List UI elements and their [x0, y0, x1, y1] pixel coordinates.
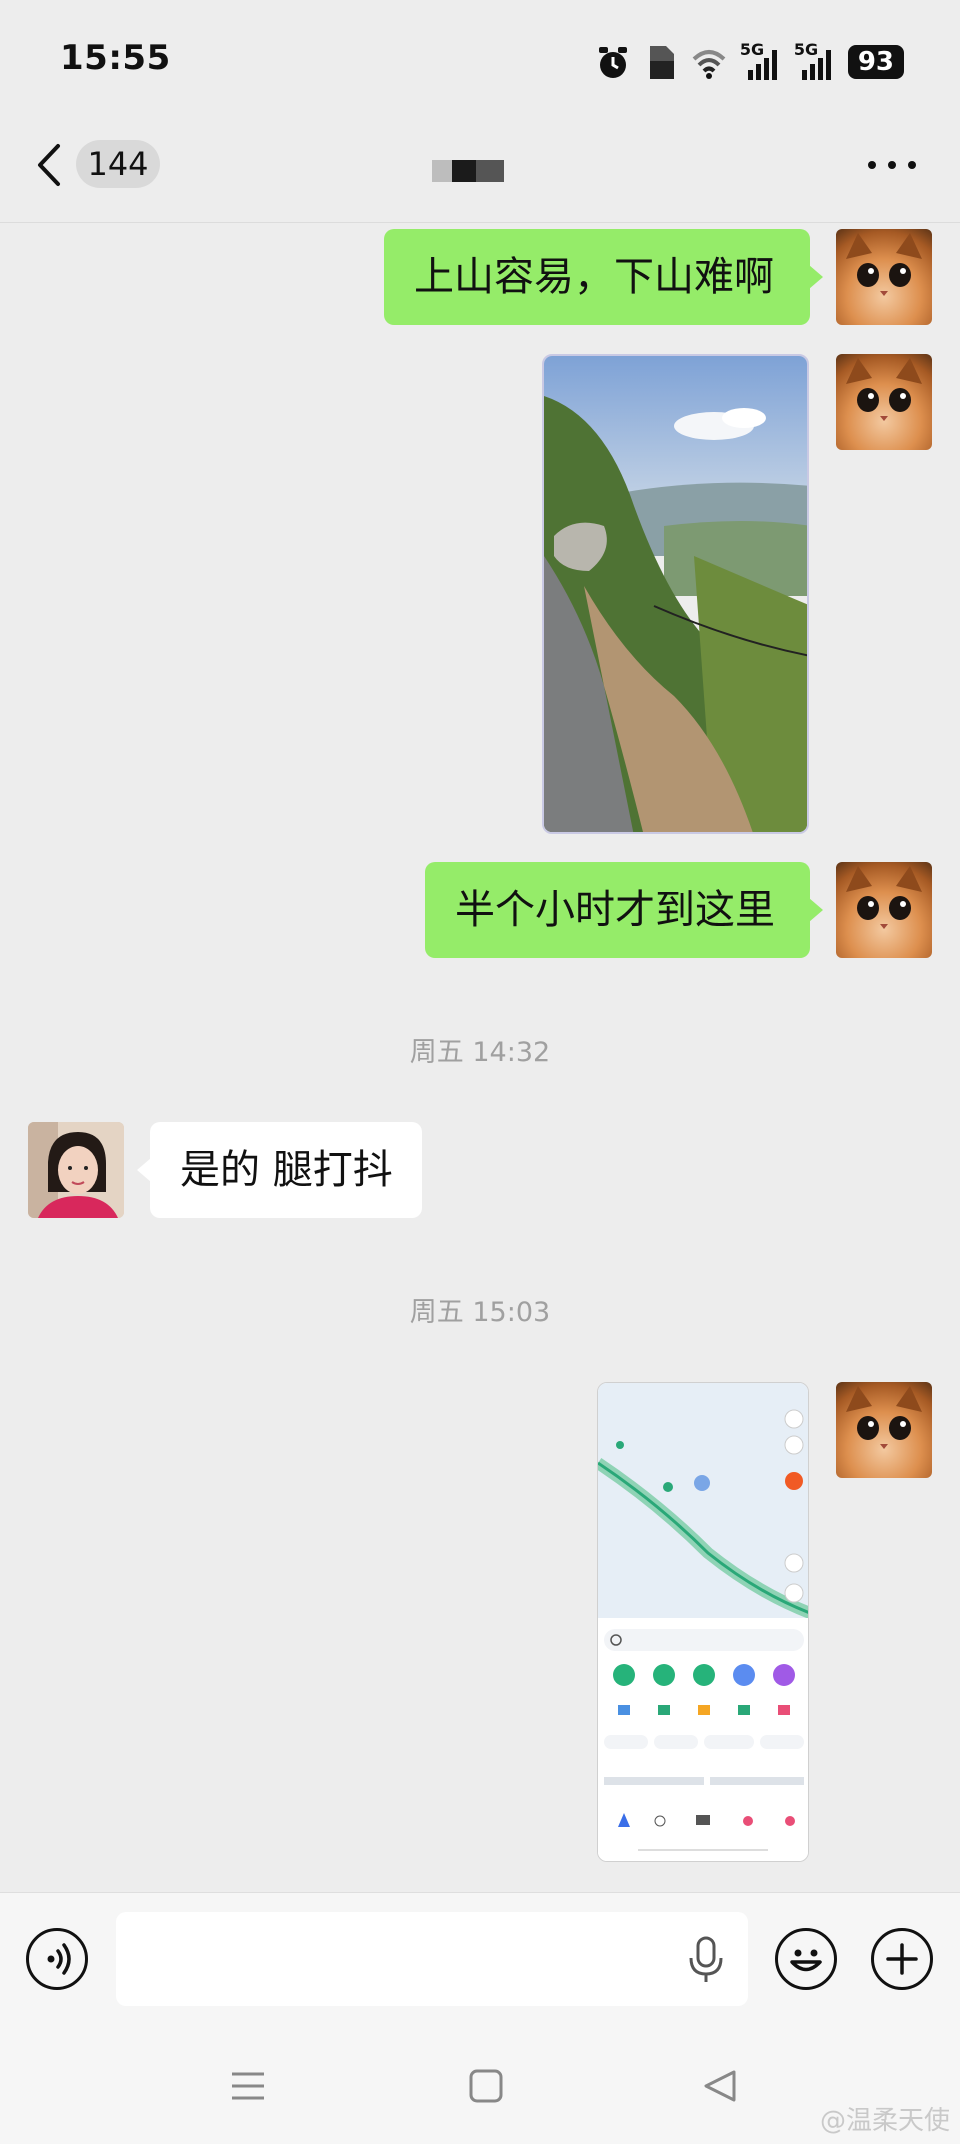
message-image-map-screenshot[interactable] [597, 1382, 809, 1862]
bubble-tail [809, 265, 823, 289]
back-triangle-icon[interactable] [702, 2068, 738, 2104]
voice-toggle-button[interactable] [26, 1928, 88, 1990]
microphone-icon[interactable] [686, 1936, 726, 1984]
chevron-left-icon [38, 144, 60, 186]
map-screenshot [598, 1383, 808, 1861]
header-divider [0, 222, 960, 223]
signal-5g-icon: 5G [740, 40, 780, 82]
alarm-icon [598, 47, 627, 78]
message-bubble-incoming[interactable]: 是的 腿打抖 [150, 1122, 422, 1218]
avatar-self[interactable] [836, 1382, 932, 1478]
cat-avatar-icon [846, 866, 922, 929]
unread-count-badge: 144 [76, 140, 160, 188]
emoji-icon [790, 1949, 822, 1972]
home-square-icon[interactable] [468, 2068, 504, 2104]
watermark: @温柔天使 [819, 2106, 950, 2136]
signal-5g-icon: 5G [794, 40, 834, 82]
chat-title-redacted [432, 160, 504, 182]
cat-avatar-icon [846, 1386, 922, 1449]
timestamp-divider: 周五 15:03 [409, 1297, 551, 1328]
person-avatar-icon [28, 1122, 124, 1218]
message-image-mountain-path[interactable] [542, 354, 809, 834]
battery-icon: 93 [847, 45, 904, 79]
message-text: 半个小时才到这里 [455, 887, 775, 933]
timestamp-divider: 周五 14:32 [409, 1037, 551, 1068]
message-text: 上山容易，下山难啊 [414, 254, 774, 300]
plus-icon [886, 1943, 918, 1975]
status-icons: 5G 5G 93 [596, 40, 904, 84]
emoji-button[interactable] [775, 1928, 837, 1990]
avatar-contact[interactable] [28, 1122, 124, 1218]
message-input[interactable] [116, 1912, 748, 2006]
message-text: 是的 腿打抖 [180, 1147, 393, 1193]
mountain-photo [544, 356, 807, 832]
avatar-self[interactable] [836, 354, 932, 450]
bubble-tail [809, 898, 823, 922]
wifi-icon [692, 50, 726, 79]
message-bubble-outgoing[interactable]: 半个小时才到这里 [425, 862, 810, 958]
status-time: 15:55 [60, 38, 171, 78]
more-button[interactable] [864, 150, 920, 180]
avatar-self[interactable] [836, 229, 932, 325]
back-button[interactable] [30, 140, 70, 190]
voice-icon [47, 1943, 71, 1975]
bubble-tail [137, 1158, 151, 1182]
more-dots-icon [868, 161, 916, 169]
message-bubble-outgoing[interactable]: 上山容易，下山难啊 [384, 229, 810, 325]
sim-icon [649, 46, 674, 79]
add-more-button[interactable] [871, 1928, 933, 1990]
menu-icon[interactable] [230, 2068, 266, 2104]
cat-avatar-icon [846, 358, 922, 421]
avatar-self[interactable] [836, 862, 932, 958]
cat-avatar-icon [846, 233, 922, 296]
